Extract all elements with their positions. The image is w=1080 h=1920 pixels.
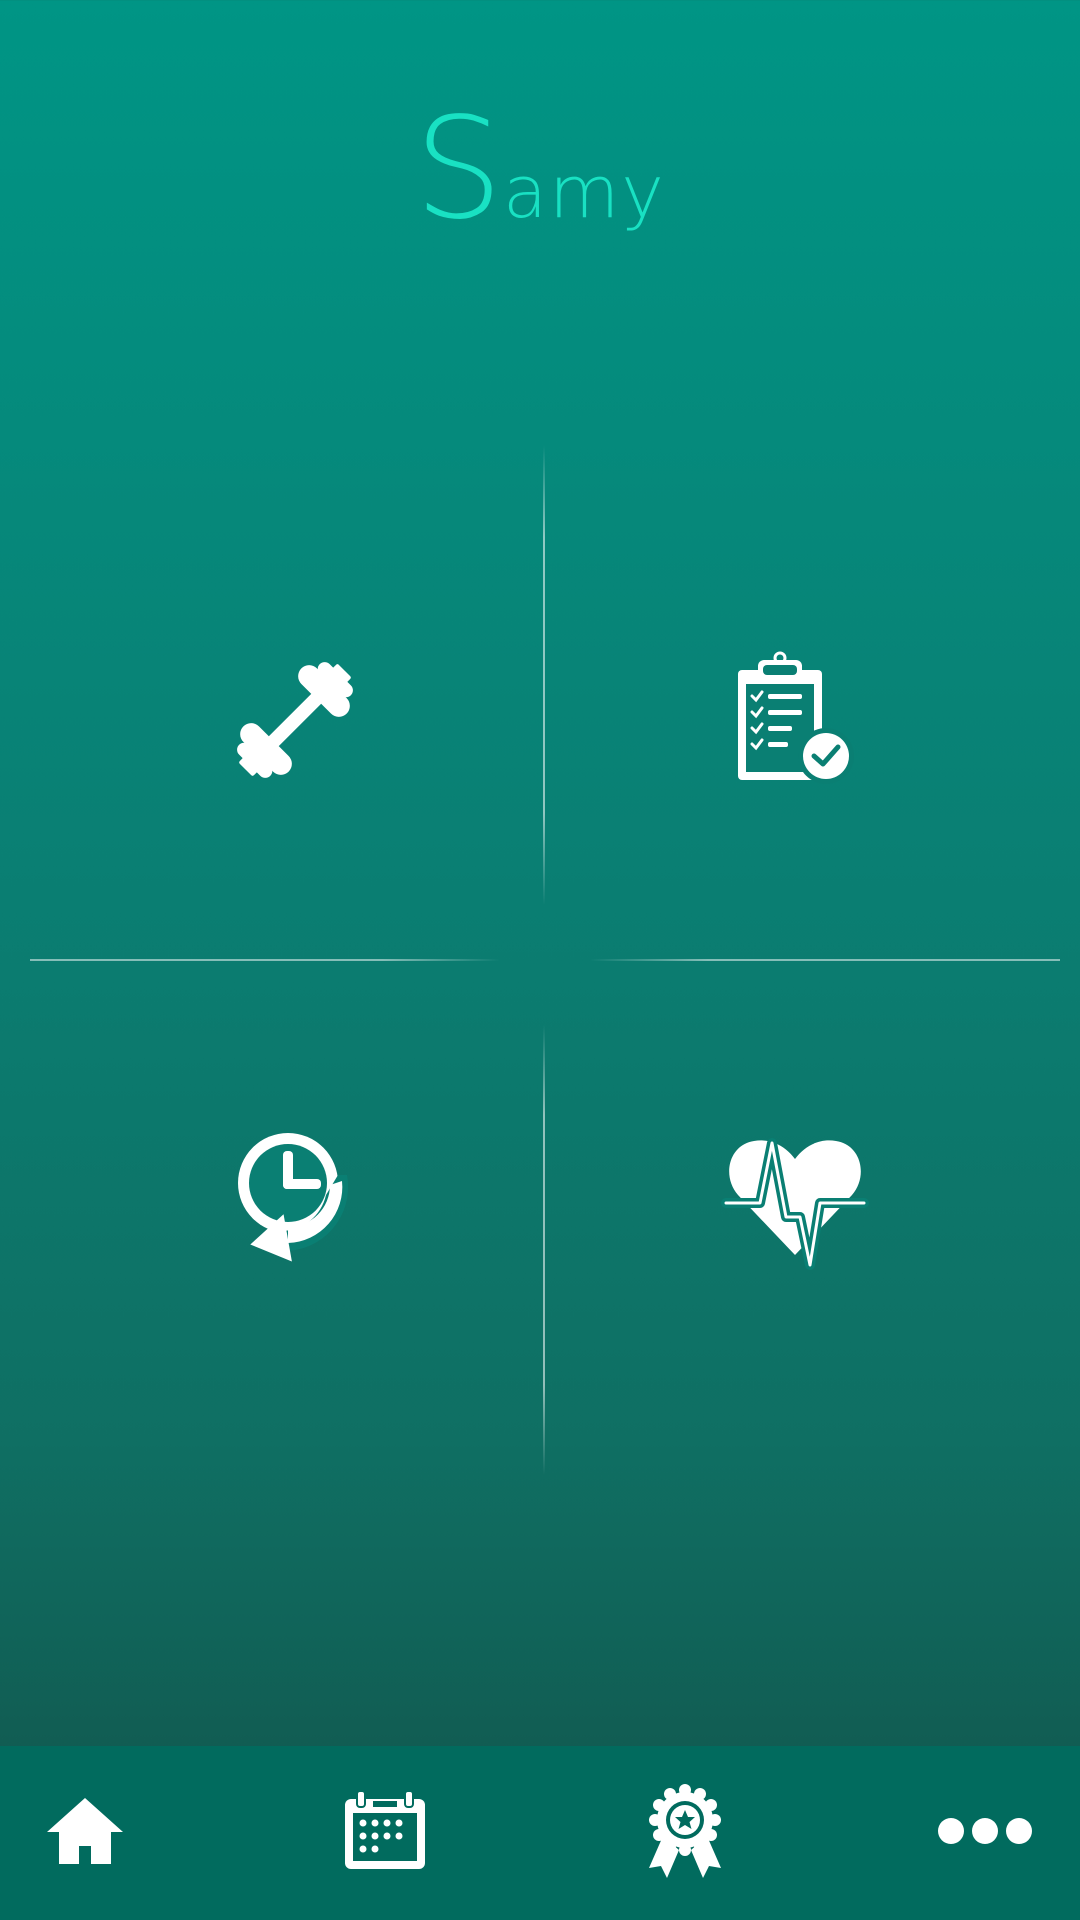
heart-pulse-icon: [720, 1125, 870, 1275]
logo-initial: S: [414, 88, 503, 251]
app-logo: Samy: [0, 100, 1080, 240]
tile-health[interactable]: [545, 960, 1045, 1440]
clock-history-icon: [230, 1125, 360, 1275]
calendar-icon: [343, 1789, 427, 1876]
tile-workout[interactable]: [45, 480, 545, 960]
tab-calendar[interactable]: [285, 1746, 485, 1920]
tab-home[interactable]: [0, 1746, 185, 1920]
more-dots-icon: [937, 1816, 1033, 1851]
dumbbell-icon: [225, 650, 365, 790]
clipboard-check-icon: [730, 650, 860, 790]
tab-more[interactable]: [885, 1746, 1080, 1920]
home-icon: [45, 1796, 125, 1871]
award-badge-icon: [645, 1783, 725, 1883]
logo-text: amy: [503, 150, 666, 234]
tab-bar: [0, 1746, 1080, 1920]
tab-achievements[interactable]: [585, 1746, 785, 1920]
tile-history[interactable]: [45, 960, 545, 1440]
tile-plan[interactable]: [545, 480, 1045, 960]
